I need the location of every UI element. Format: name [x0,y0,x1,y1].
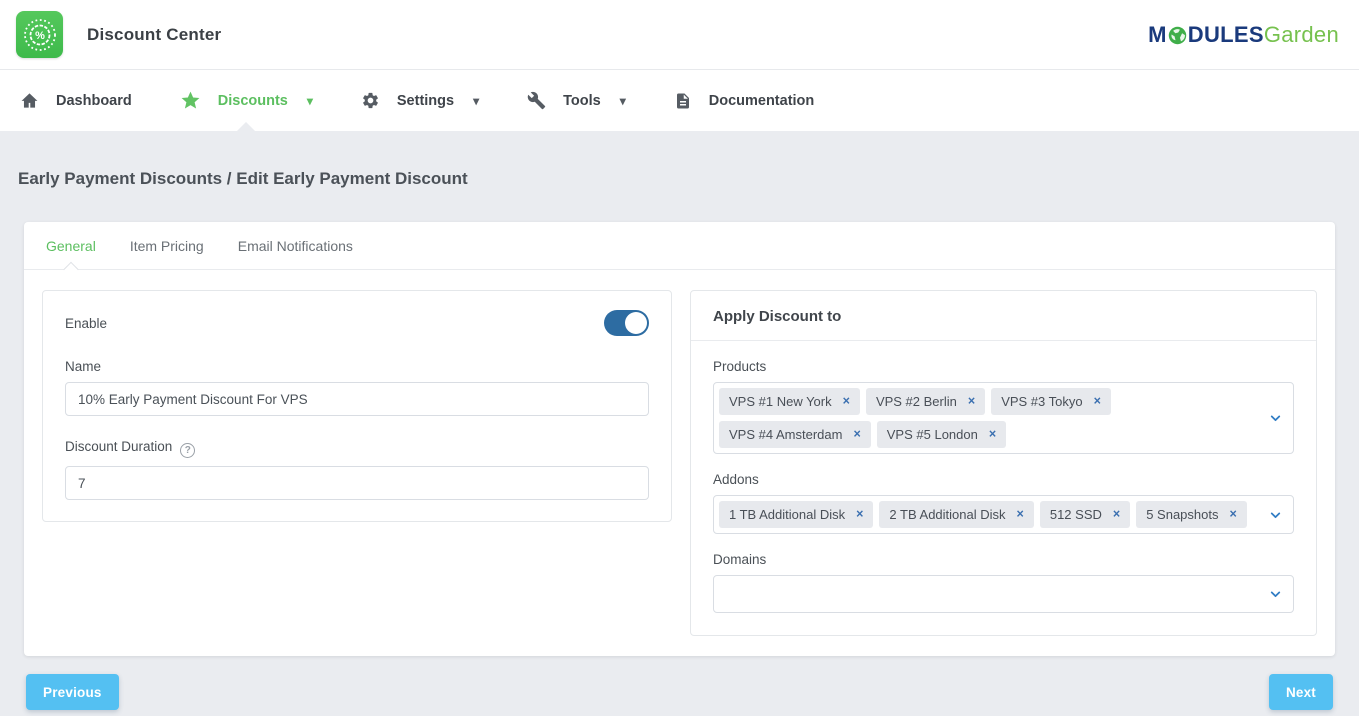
chip-label: 5 Snapshots [1146,507,1218,522]
brand-suffix: Garden [1264,22,1339,48]
caret-down-icon: ▾ [473,94,479,108]
duration-input[interactable] [65,466,649,500]
chevron-down-icon [1269,588,1282,601]
chip-remove-icon[interactable]: × [968,395,975,408]
breadcrumb: Early Payment Discounts / Edit Early Pay… [0,131,1359,189]
nav-item-label: Documentation [709,93,815,109]
name-input[interactable] [65,382,649,416]
selected-option-chip: 1 TB Additional Disk × [719,501,873,528]
chip-remove-icon[interactable]: × [853,428,860,441]
domains-label: Domains [713,552,1294,567]
home-icon [20,91,39,110]
chip-label: VPS #4 Amsterdam [729,427,842,442]
page-title: Discount Center [87,25,221,45]
apply-discount-panel: Apply Discount to Products VPS #1 New Yor… [690,290,1317,636]
enable-toggle[interactable] [604,310,649,336]
tab-general[interactable]: General [46,222,96,269]
nav-item-discounts[interactable]: Discounts ▾ [176,70,317,131]
chip-label: 2 TB Additional Disk [889,507,1005,522]
tab-item-pricing[interactable]: Item Pricing [130,222,204,269]
selected-option-chip: VPS #3 Tokyo × [991,388,1111,415]
chip-remove-icon[interactable]: × [1017,508,1024,521]
main-nav: Dashboard Discounts ▾ Settings ▾ Tools ▾ Docume… [0,70,1359,131]
chip-remove-icon[interactable]: × [1113,508,1120,521]
products-label: Products [713,359,1294,374]
previous-button[interactable]: Previous [26,674,119,710]
chip-label: VPS #3 Tokyo [1001,394,1082,409]
selected-option-chip: VPS #2 Berlin × [866,388,985,415]
domains-field: Domains [713,552,1294,613]
chip-label: VPS #1 New York [729,394,832,409]
domains-multiselect[interactable] [713,575,1294,613]
selected-option-chip: 512 SSD × [1040,501,1130,528]
selected-option-chip: VPS #4 Amsterdam × [719,421,871,448]
chip-remove-icon[interactable]: × [856,508,863,521]
addons-field: Addons1 TB Additional Disk×2 TB Addition… [713,472,1294,534]
tab-email-notifications[interactable]: Email Notifications [238,222,353,269]
nav-item-label: Discounts [218,93,288,109]
apply-discount-heading: Apply Discount to [691,291,1316,341]
chip-label: 512 SSD [1050,507,1102,522]
nav-item-settings[interactable]: Settings ▾ [357,70,483,131]
caret-down-icon: ▾ [307,94,313,108]
chevron-down-icon [1269,412,1282,425]
nav-item-label: Tools [563,93,601,109]
globe-icon [1168,26,1187,45]
discount-badge-icon: % [16,11,63,58]
products-multiselect[interactable]: VPS #1 New York×VPS #2 Berlin×VPS #3 Tok… [713,382,1294,454]
duration-label: Discount Duration? [65,439,649,458]
modulesgarden-logo: M DULES Garden [1148,22,1339,48]
brand-prefix: M [1148,22,1167,48]
nav-item-tools[interactable]: Tools ▾ [523,70,630,131]
selected-option-chip: 5 Snapshots × [1136,501,1247,528]
brand-middle: DULES [1188,22,1264,48]
chip-label: VPS #5 London [887,427,978,442]
addons-label: Addons [713,472,1294,487]
file-icon [674,92,692,110]
name-label: Name [65,359,649,374]
chip-label: VPS #2 Berlin [876,394,957,409]
nav-item-dashboard[interactable]: Dashboard [16,70,136,131]
toggle-knob [625,312,647,334]
tab-bar: General Item Pricing Email Notifications [24,222,1335,270]
selected-option-chip: VPS #1 New York × [719,388,860,415]
app-header: % Discount Center M DULES Garden [0,0,1359,70]
star-icon [180,90,201,111]
addons-multiselect[interactable]: 1 TB Additional Disk×2 TB Additional Dis… [713,495,1294,534]
chip-remove-icon[interactable]: × [843,395,850,408]
general-settings-panel: Enable Name Discount Duration? [42,290,672,522]
gear-icon [361,91,380,110]
selected-option-chip: 2 TB Additional Disk × [879,501,1033,528]
card-body: Enable Name Discount Duration? Apply Dis… [24,270,1335,656]
products-field: ProductsVPS #1 New York×VPS #2 Berlin×VP… [713,359,1294,454]
chip-remove-icon[interactable]: × [1229,508,1236,521]
nav-item-label: Dashboard [56,93,132,109]
nav-item-documentation[interactable]: Documentation [670,70,819,131]
selected-option-chip: VPS #5 London × [877,421,1006,448]
discount-edit-card: General Item Pricing Email Notifications E… [24,222,1335,656]
svg-text:%: % [35,30,45,42]
wrench-icon [527,91,546,110]
chip-label: 1 TB Additional Disk [729,507,845,522]
caret-down-icon: ▾ [620,94,626,108]
enable-label: Enable [65,316,107,331]
chip-remove-icon[interactable]: × [989,428,996,441]
chevron-down-icon [1269,508,1282,521]
nav-item-label: Settings [397,93,454,109]
next-button[interactable]: Next [1269,674,1333,710]
chip-remove-icon[interactable]: × [1094,395,1101,408]
help-icon[interactable]: ? [180,443,195,458]
